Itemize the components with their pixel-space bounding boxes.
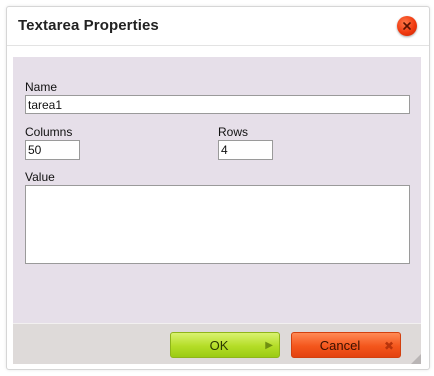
x-icon: ✖: [383, 339, 394, 353]
dialog-content: Name Columns Rows Value OK ▶ Cancel ✖: [13, 57, 421, 364]
title-divider: [7, 45, 429, 46]
arrow-right-icon: ▶: [265, 340, 273, 351]
name-input[interactable]: [25, 95, 410, 114]
textarea-properties-dialog: Textarea Properties Name Columns Rows Va…: [6, 6, 430, 370]
name-label: Name: [25, 80, 58, 94]
dialog-title: Textarea Properties: [18, 17, 159, 34]
value-label: Value: [25, 170, 55, 184]
dialog-footer: OK ▶ Cancel ✖: [13, 323, 421, 364]
close-button[interactable]: [397, 16, 417, 36]
rows-input[interactable]: [218, 140, 273, 160]
resize-grip-icon[interactable]: [411, 351, 421, 364]
ok-button-label: OK: [209, 338, 229, 353]
close-icon: [403, 22, 411, 30]
columns-label: Columns: [25, 125, 73, 139]
cancel-button-label: Cancel: [319, 338, 361, 353]
columns-input[interactable]: [25, 140, 80, 160]
cancel-button[interactable]: Cancel ✖: [291, 332, 401, 358]
ok-button[interactable]: OK ▶: [170, 332, 280, 358]
value-textarea[interactable]: [25, 185, 410, 264]
dialog-titlebar[interactable]: Textarea Properties: [7, 7, 429, 45]
rows-label: Rows: [218, 125, 249, 139]
